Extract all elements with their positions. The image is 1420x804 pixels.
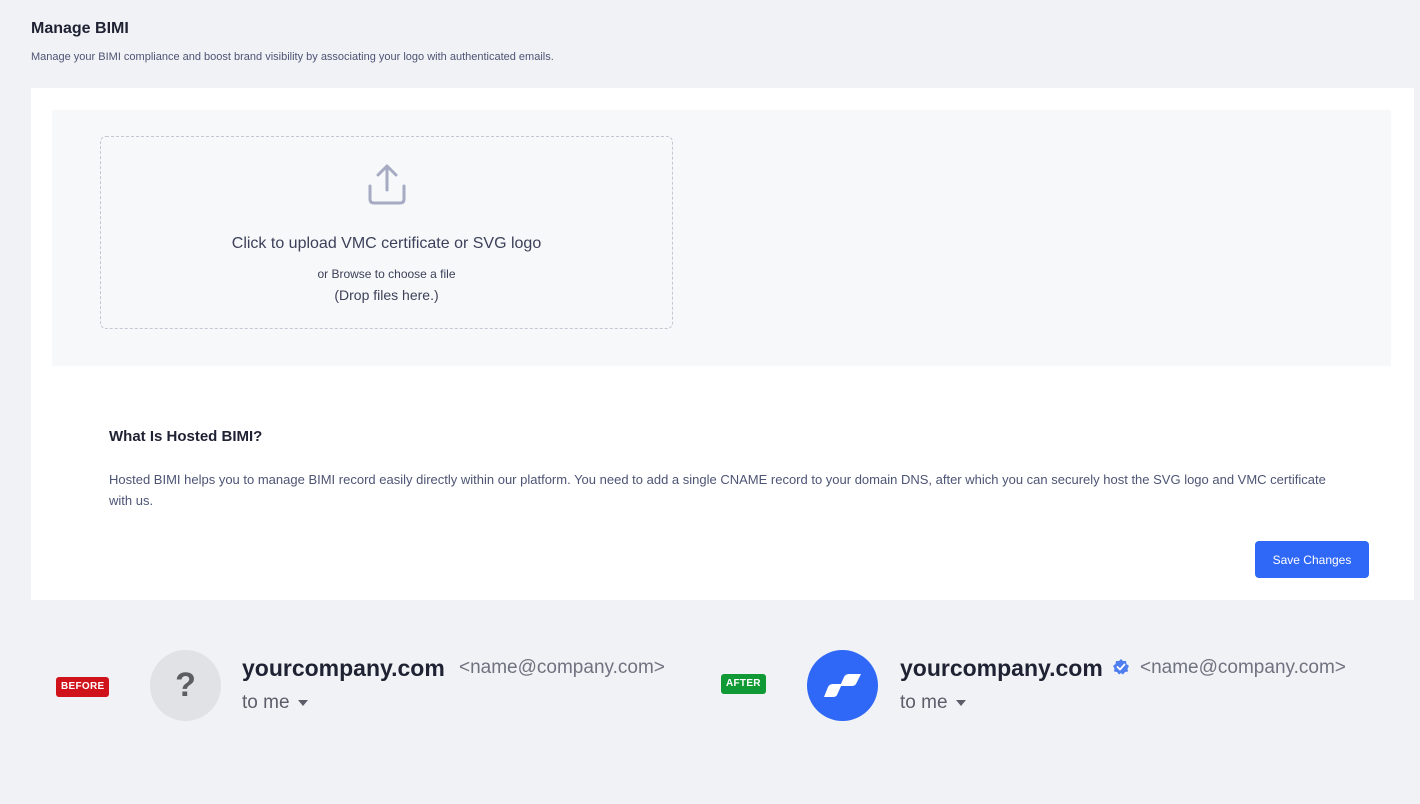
brand-logo-avatar [807,650,878,721]
after-sender-domain: yourcompany.com [900,655,1103,681]
after-recipient-label: to me [900,692,948,713]
upload-area: Click to upload VMC certificate or SVG l… [52,110,1391,366]
info-title: What Is Hosted BIMI? [109,428,263,445]
before-sender-email: <name@company.com> [459,657,665,678]
save-changes-button[interactable]: Save Changes [1255,541,1369,578]
page-subtitle: Manage your BIMI compliance and boost br… [31,51,554,63]
before-sender-domain: yourcompany.com [242,655,445,681]
placeholder-avatar: ? [150,650,221,721]
before-badge: BEFORE [56,677,110,697]
before-recipient-label: to me [242,692,290,713]
upload-instruction: Click to upload VMC certificate or SVG l… [231,235,542,252]
brand-logo-icon [824,674,861,697]
chevron-down-icon [955,699,966,706]
before-recipient[interactable]: to me [242,692,308,714]
file-dropzone[interactable]: Click to upload VMC certificate or SVG l… [100,136,673,329]
chevron-down-icon [297,699,308,706]
after-sender-email: <name@company.com> [1140,657,1346,678]
after-recipient[interactable]: to me [900,692,966,714]
bimi-card: Click to upload VMC certificate or SVG l… [31,88,1414,600]
info-description: Hosted BIMI helps you to manage BIMI rec… [109,472,1326,508]
page-title: Manage BIMI [31,20,129,37]
verified-badge-icon [1113,659,1129,675]
drop-hint: (Drop files here.) [334,287,439,303]
browse-link[interactable]: or Browse to choose a file [101,267,672,281]
after-badge: AFTER [721,674,766,694]
upload-icon [368,164,406,205]
